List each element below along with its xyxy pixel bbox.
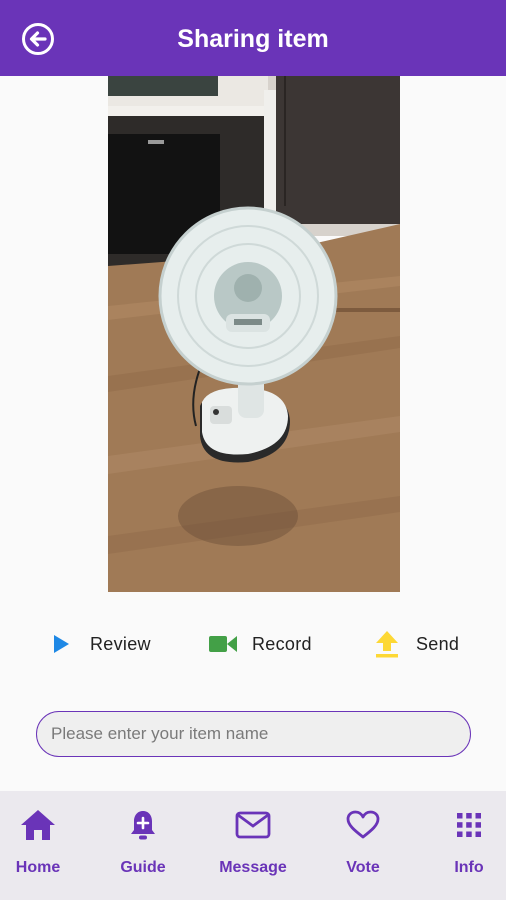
item-photo-preview [108, 76, 400, 592]
home-icon [0, 807, 83, 843]
bell-plus-icon [98, 807, 188, 843]
fan-photo [108, 76, 400, 592]
nav-home[interactable]: Home [0, 807, 83, 877]
grid-icon [424, 807, 506, 843]
send-button[interactable]: Send [372, 624, 459, 664]
nav-vote-label: Vote [346, 859, 380, 876]
media-actions: Review Record Send [0, 624, 506, 664]
nav-message[interactable]: Message [208, 807, 298, 877]
nav-vote[interactable]: Vote [318, 807, 408, 877]
nav-guide-label: Guide [120, 859, 166, 876]
upload-icon [372, 629, 402, 659]
bottom-navigation: Home Guide Message Vote Info [0, 791, 506, 900]
mail-icon [208, 807, 298, 843]
review-button[interactable]: Review [46, 624, 151, 664]
record-button[interactable]: Record [208, 624, 312, 664]
record-label: Record [252, 633, 312, 654]
page-title: Sharing item [177, 25, 329, 53]
review-label: Review [90, 633, 151, 654]
nav-info[interactable]: Info [424, 807, 506, 877]
nav-message-label: Message [219, 859, 287, 876]
nav-info-label: Info [454, 859, 484, 876]
heart-icon [318, 807, 408, 843]
play-icon [46, 629, 76, 659]
app-bar: Sharing item [0, 0, 506, 76]
send-label: Send [416, 633, 460, 654]
item-name-input[interactable] [36, 711, 471, 757]
nav-home-label: Home [15, 859, 61, 876]
video-camera-icon [208, 629, 238, 659]
nav-guide[interactable]: Guide [98, 807, 188, 877]
